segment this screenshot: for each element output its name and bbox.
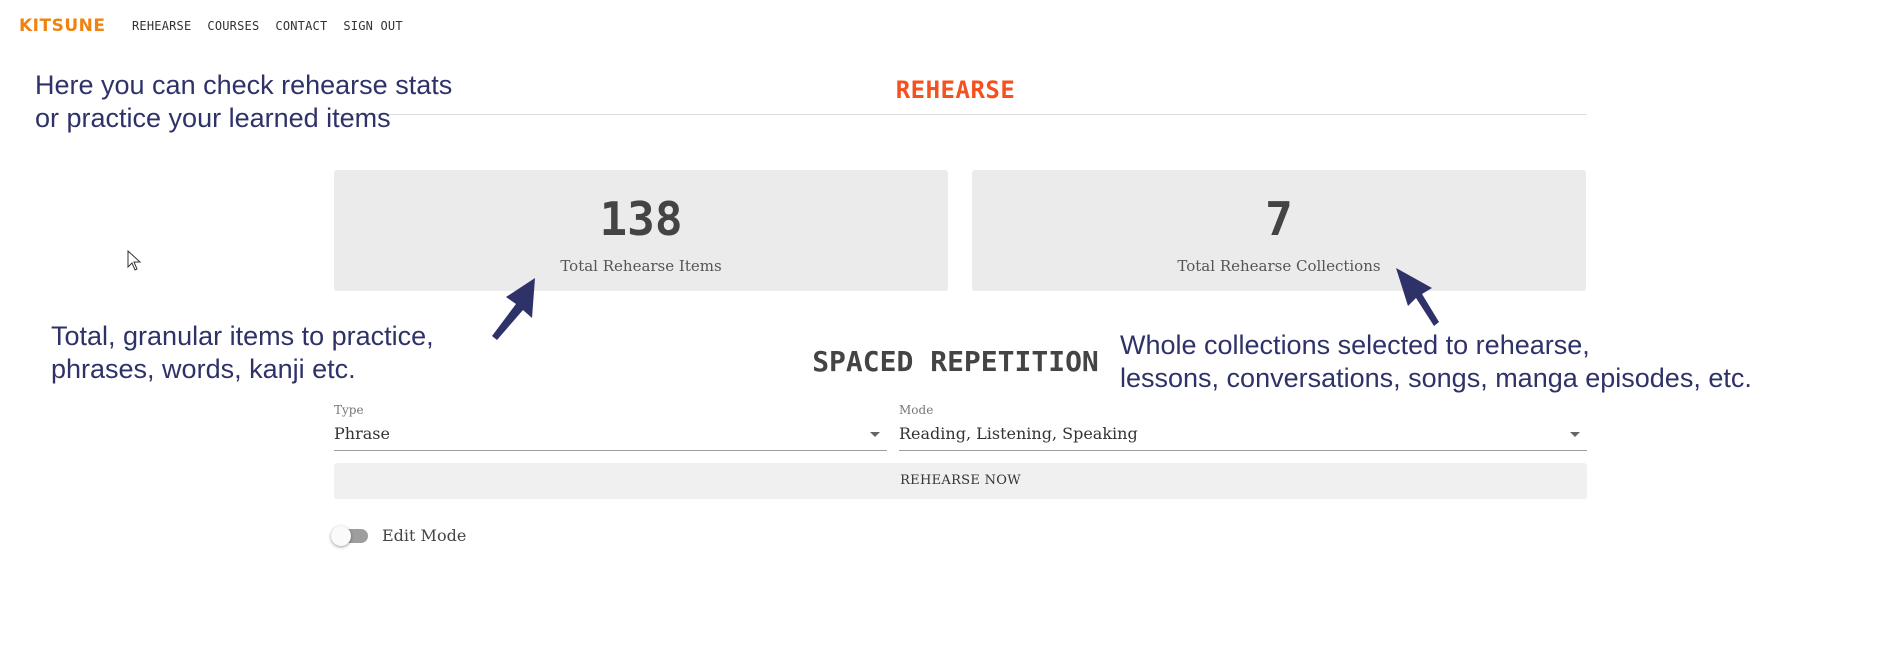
chevron-down-icon (870, 432, 880, 437)
mode-select-label: Mode (899, 403, 934, 417)
annotation-collections-line-1: Whole collections selected to rehearse, (1120, 330, 1590, 360)
annotation-items-line-1: Total, granular items to practice, (51, 321, 434, 351)
arrow-to-items-icon (492, 278, 535, 340)
total-collections-card: 7 Total Rehearse Collections (972, 170, 1586, 291)
toggle-track[interactable] (331, 525, 368, 546)
annotation-collections-line-2: lessons, conversations, songs, manga epi… (1120, 363, 1752, 393)
chevron-down-icon (1570, 432, 1580, 437)
edit-mode-toggle[interactable]: Edit Mode (331, 525, 467, 546)
kitsune-logo[interactable]: KITSUNE (19, 16, 105, 36)
annotation-items-line-2: phrases, words, kanji etc. (51, 354, 356, 384)
annotation-intro-line-2: or practice your learned items (35, 103, 391, 133)
nav-link-contact[interactable]: CONTACT (275, 19, 327, 33)
annotation-collections: Whole collections selected to rehearse, … (1120, 329, 1752, 395)
annotation-intro: Here you can check rehearse stats or pra… (35, 69, 452, 135)
title-divider (334, 114, 1587, 115)
annotation-intro-line-1: Here you can check rehearse stats (35, 70, 453, 100)
mode-select[interactable]: Mode Reading, Listening, Speaking (899, 403, 1587, 451)
top-nav: REHEARSE COURSES CONTACT SIGN OUT (132, 19, 403, 33)
annotation-items: Total, granular items to practice, phras… (51, 320, 434, 386)
type-select[interactable]: Type Phrase (334, 403, 887, 451)
type-select-label: Type (334, 403, 364, 417)
total-items-card: 138 Total Rehearse Items (334, 170, 948, 291)
edit-mode-label: Edit Mode (382, 526, 467, 545)
total-items-label: Total Rehearse Items (560, 257, 722, 275)
total-collections-count: 7 (1265, 192, 1293, 246)
nav-link-courses[interactable]: COURSES (207, 19, 259, 33)
type-select-value: Phrase (334, 424, 390, 443)
nav-link-rehearse[interactable]: REHEARSE (132, 19, 191, 33)
rehearse-now-button[interactable]: REHEARSE NOW (334, 463, 1587, 499)
total-items-count: 138 (599, 192, 683, 246)
arrow-to-collections-icon (1396, 268, 1439, 326)
nav-link-sign-out[interactable]: SIGN OUT (343, 19, 402, 33)
mouse-cursor-icon (127, 250, 142, 271)
total-collections-label: Total Rehearse Collections (1177, 257, 1381, 275)
toggle-thumb[interactable] (331, 525, 351, 546)
mode-select-value: Reading, Listening, Speaking (899, 424, 1138, 443)
